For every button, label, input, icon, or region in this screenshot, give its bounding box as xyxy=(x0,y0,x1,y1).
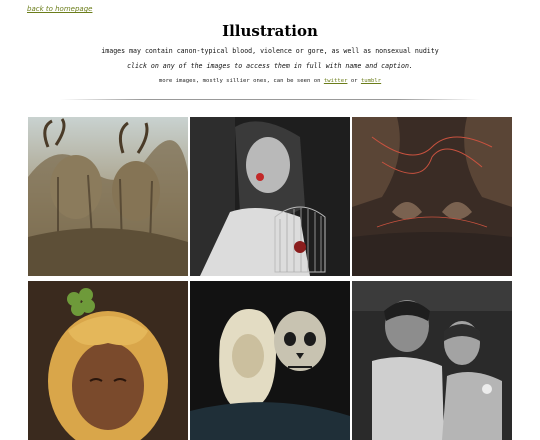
thumb-red-string-hands[interactable] xyxy=(352,117,512,276)
page-title: Illustration xyxy=(222,22,318,40)
thumb-skull[interactable] xyxy=(190,281,350,440)
more-images-prefix: more images, mostly sillier ones, can be… xyxy=(158,78,321,84)
birdcage-image xyxy=(190,117,350,276)
more-images-text: more images, mostly sillier ones, can be… xyxy=(0,78,540,84)
horned-figures-image xyxy=(28,117,188,276)
thumb-birdcage[interactable] xyxy=(190,117,350,276)
back-to-homepage-link[interactable]: back to homepage xyxy=(27,5,92,13)
skull-image xyxy=(190,281,350,440)
twitter-link[interactable]: twitter xyxy=(324,78,348,84)
two-men-image xyxy=(352,281,512,440)
thumb-clover-portrait[interactable] xyxy=(28,281,188,440)
clover-portrait-image xyxy=(28,281,188,440)
divider xyxy=(60,99,480,100)
more-images-or: or xyxy=(350,78,358,84)
content-warning: images may contain canon-typical blood, … xyxy=(101,47,439,55)
tumblr-link[interactable]: tumblr xyxy=(361,78,381,84)
gallery-grid xyxy=(28,117,512,440)
thumb-two-men[interactable] xyxy=(352,281,512,440)
thumb-horned-figures[interactable] xyxy=(28,117,188,276)
instruction-text: click on any of the images to access the… xyxy=(127,62,413,70)
red-string-hands-image xyxy=(352,117,512,276)
